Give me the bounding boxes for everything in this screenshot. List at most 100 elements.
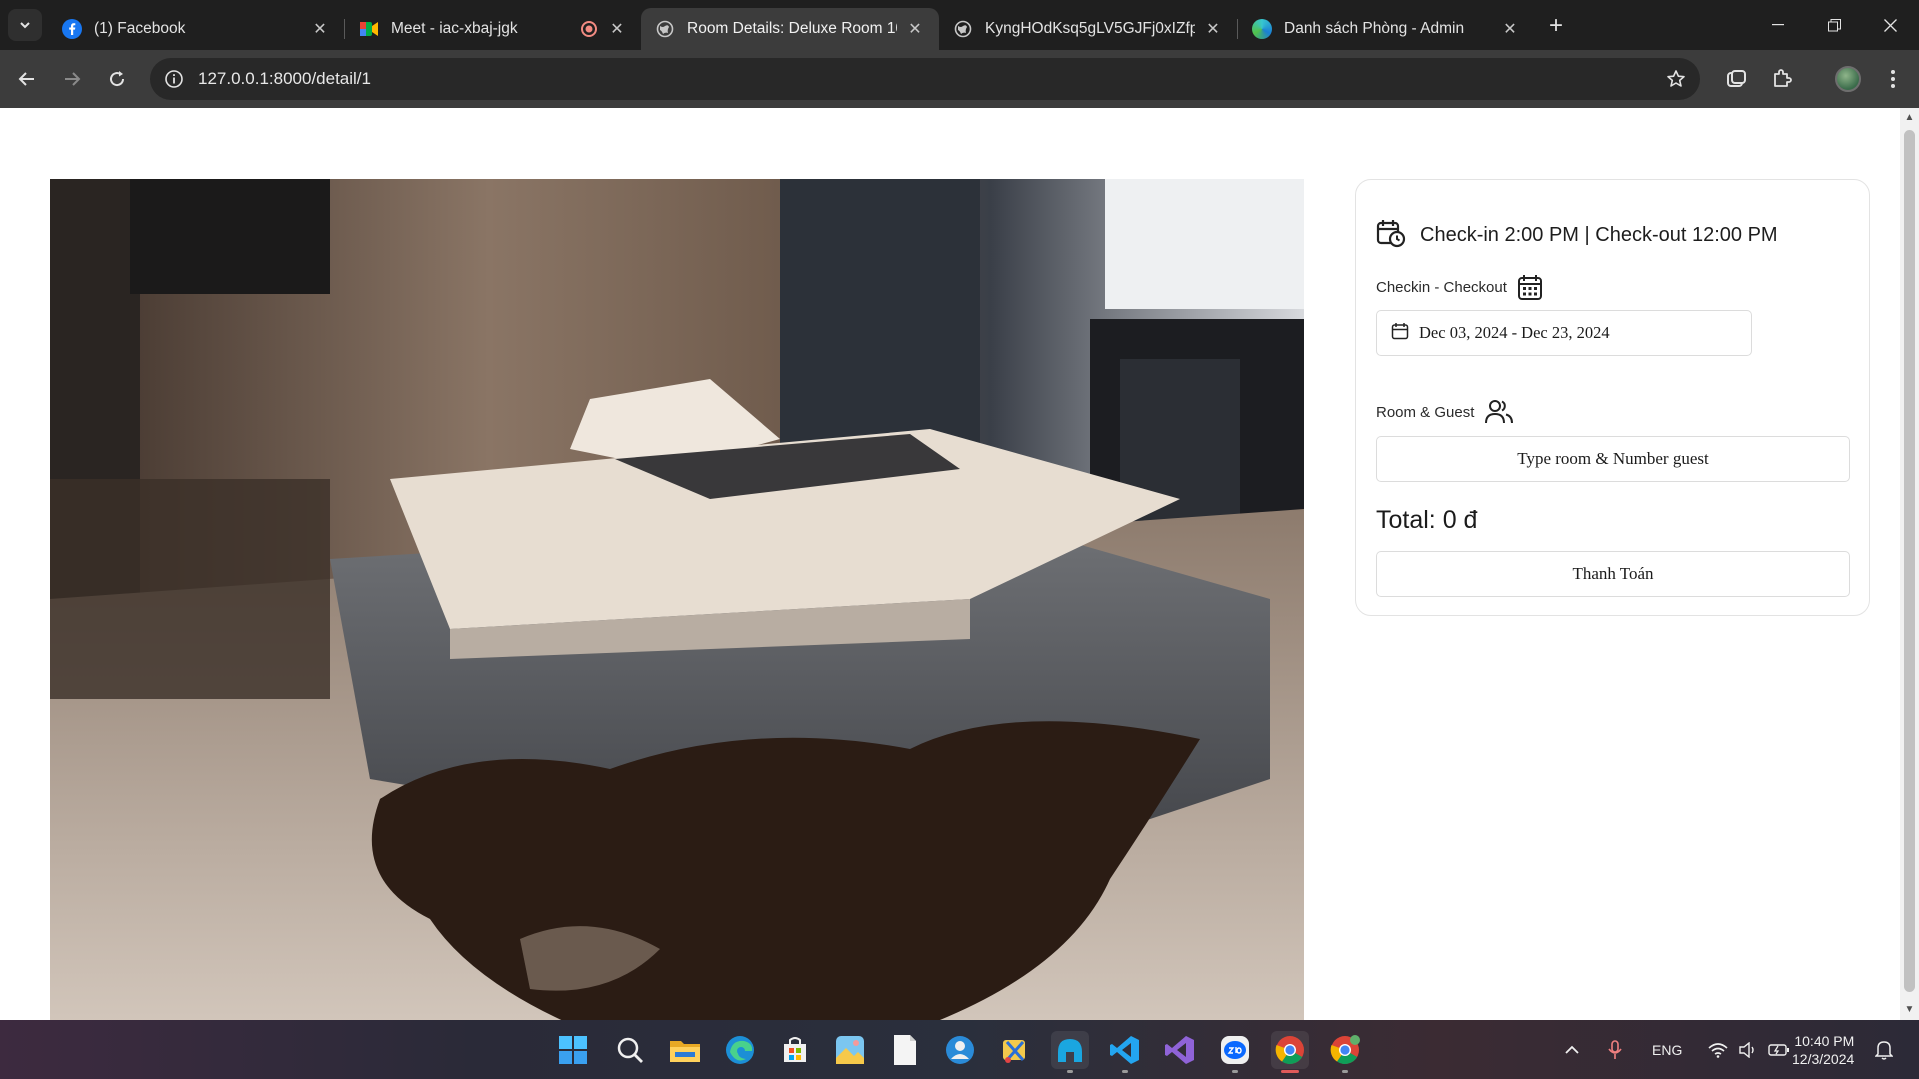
- microsoft-store-icon: [784, 1037, 806, 1062]
- pay-button[interactable]: Thanh Toán: [1376, 551, 1850, 597]
- people-app-button[interactable]: [941, 1031, 979, 1069]
- booking-card: Check-in 2:00 PM | Check-out 12:00 PM Ch…: [1355, 179, 1870, 616]
- reload-button[interactable]: [100, 62, 134, 96]
- running-indicator: [1281, 1070, 1299, 1073]
- back-button[interactable]: [10, 62, 44, 96]
- page-content: Check-in 2:00 PM | Check-out 12:00 PM Ch…: [0, 108, 1900, 1020]
- snipping-tool-button[interactable]: [996, 1031, 1034, 1069]
- language-indicator[interactable]: ENG: [1652, 1042, 1682, 1058]
- guest-label-text: Room & Guest: [1376, 403, 1475, 421]
- minimize-button[interactable]: [1750, 0, 1806, 50]
- visual-studio-button[interactable]: [1161, 1031, 1199, 1069]
- room-guest-input[interactable]: Type room & Number guest: [1376, 436, 1850, 482]
- close-window-button[interactable]: [1862, 0, 1918, 50]
- facebook-icon: [62, 19, 82, 39]
- bookmark-star-icon[interactable]: [1664, 67, 1688, 91]
- tab-search-button[interactable]: [8, 9, 42, 41]
- tab-facebook[interactable]: (1) Facebook ✕: [48, 8, 344, 50]
- browser-menu-icon[interactable]: [1877, 63, 1909, 95]
- tab-room-details[interactable]: Room Details: Deluxe Room 101 ✕: [641, 8, 939, 50]
- date-range-value[interactable]: Dec 03, 2024 - Dec 23, 2024: [1419, 323, 1610, 343]
- system-tray: ENG: [1560, 1020, 1790, 1079]
- tab-title: (1) Facebook: [94, 20, 186, 37]
- search-button[interactable]: [611, 1031, 649, 1069]
- small-calendar-icon: [1391, 322, 1409, 345]
- chrome-profile-button[interactable]: [1326, 1031, 1364, 1073]
- vscode-button[interactable]: [1106, 1031, 1144, 1073]
- file-explorer-button[interactable]: [666, 1031, 704, 1069]
- close-icon: [1883, 18, 1897, 32]
- people-icon: [946, 1036, 974, 1064]
- close-tab-icon[interactable]: ✕: [905, 19, 925, 39]
- forward-button[interactable]: [55, 62, 89, 96]
- wifi-icon[interactable]: [1708, 1042, 1728, 1058]
- date-range-input[interactable]: Dec 03, 2024 - Dec 23, 2024: [1376, 310, 1752, 356]
- microphone-icon[interactable]: [1604, 1039, 1626, 1060]
- chrome-icon: [1275, 1036, 1304, 1064]
- close-tab-icon[interactable]: ✕: [1500, 19, 1520, 39]
- users-icon: [1484, 398, 1514, 426]
- close-tab-icon[interactable]: ✕: [310, 19, 330, 39]
- chevron-down-icon: [20, 22, 30, 29]
- recording-indicator-icon: [579, 19, 599, 39]
- clock[interactable]: 10:40 PM 12/3/2024: [1792, 1032, 1854, 1068]
- running-indicator: [1342, 1070, 1348, 1073]
- sync-extension-icon[interactable]: [1720, 63, 1752, 95]
- edge-button[interactable]: [721, 1031, 759, 1069]
- calendar-icon: [1517, 273, 1543, 301]
- profile-avatar[interactable]: [1835, 66, 1861, 92]
- app-button[interactable]: [1051, 1031, 1089, 1073]
- running-indicator: [1067, 1070, 1073, 1073]
- tab-google-meet[interactable]: Meet - iac-xbaj-jgk ✕: [345, 8, 641, 50]
- restore-button[interactable]: [1806, 0, 1862, 50]
- arrow-left-icon: [18, 72, 34, 86]
- chrome-button[interactable]: [1271, 1031, 1309, 1073]
- scroll-up-arrow-icon[interactable]: ▲: [1904, 112, 1915, 124]
- zalo-button[interactable]: [1216, 1031, 1254, 1073]
- photos-button[interactable]: [831, 1031, 869, 1069]
- dates-label: Checkin - Checkout: [1376, 273, 1543, 301]
- checkin-checkout-text: Check-in 2:00 PM | Check-out 12:00 PM: [1420, 224, 1778, 246]
- browser-toolbar: 127.0.0.1:8000/detail/1: [0, 50, 1919, 108]
- total-price: Total: 0 đ: [1376, 506, 1478, 534]
- reload-icon: [110, 71, 125, 87]
- start-button[interactable]: [554, 1031, 592, 1069]
- tab-title: KyngHOdKsq5gLV5GJFj0xIZfpU: [985, 20, 1195, 37]
- minimize-icon: [1772, 24, 1784, 26]
- scrollbar-thumb[interactable]: [1904, 130, 1915, 992]
- scroll-down-arrow-icon[interactable]: ▼: [1904, 1004, 1915, 1016]
- volume-icon[interactable]: [1738, 1041, 1758, 1058]
- url-text[interactable]: 127.0.0.1:8000/detail/1: [198, 58, 371, 100]
- close-tab-icon[interactable]: ✕: [1203, 19, 1223, 39]
- snipping-tool-icon: [1003, 1040, 1025, 1063]
- running-indicator: [1232, 1070, 1238, 1073]
- extensions-icon[interactable]: [1766, 63, 1798, 95]
- tab-admin-rooms[interactable]: Danh sách Phòng - Admin ✕: [1238, 8, 1534, 50]
- tab-image-link[interactable]: KyngHOdKsq5gLV5GJFj0xIZfpU ✕: [939, 8, 1237, 50]
- photos-icon: [836, 1036, 864, 1064]
- restore-icon: [1827, 18, 1841, 31]
- address-bar[interactable]: 127.0.0.1:8000/detail/1: [150, 58, 1700, 100]
- chrome-profile-icon: [1330, 1035, 1360, 1064]
- arrow-right-icon: [65, 72, 81, 86]
- search-icon: [617, 1037, 643, 1063]
- show-hidden-icons-icon[interactable]: [1560, 1045, 1584, 1055]
- site-info-icon[interactable]: [162, 67, 186, 91]
- notepad-button[interactable]: [886, 1031, 924, 1069]
- globe-icon: [953, 19, 973, 39]
- notifications-button[interactable]: [1875, 1020, 1893, 1079]
- microsoft-store-button[interactable]: [776, 1031, 814, 1069]
- bell-icon: [1875, 1040, 1893, 1060]
- dates-label-text: Checkin - Checkout: [1376, 278, 1507, 296]
- new-tab-button[interactable]: +: [1542, 12, 1570, 40]
- tab-title: Room Details: Deluxe Room 101: [687, 20, 897, 37]
- battery-icon[interactable]: [1768, 1043, 1790, 1057]
- close-tab-icon[interactable]: ✕: [607, 19, 627, 39]
- browser-tab-strip: (1) Facebook ✕ Meet - iac-xbaj-jgk ✕ Roo…: [0, 0, 1919, 50]
- guest-label: Room & Guest: [1376, 398, 1514, 426]
- file-explorer-icon: [670, 1041, 700, 1062]
- visual-studio-icon: [1165, 1036, 1194, 1064]
- page-scrollbar[interactable]: ▲ ▼: [1900, 108, 1919, 1020]
- calendar-clock-icon: [1376, 218, 1406, 253]
- google-meet-icon: [359, 19, 379, 39]
